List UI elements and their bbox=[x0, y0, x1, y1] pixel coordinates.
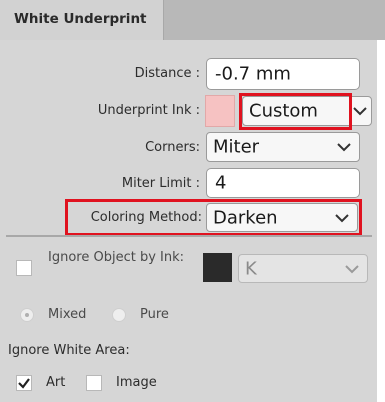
tab-label: White Underprint bbox=[14, 11, 147, 27]
chevron-down-icon bbox=[335, 213, 349, 222]
coloring-method-label: Coloring Method: bbox=[90, 210, 202, 225]
distance-input[interactable]: -0.7 mm bbox=[206, 58, 360, 90]
art-label: Art bbox=[46, 375, 66, 390]
ignore-object-label: Ignore Object by Ink: bbox=[48, 250, 184, 265]
checkmark-icon bbox=[18, 378, 30, 389]
underprint-ink-select[interactable]: Custom bbox=[242, 96, 372, 126]
pure-radio[interactable] bbox=[112, 308, 126, 322]
pure-label: Pure bbox=[140, 307, 169, 322]
ignore-object-ink-select[interactable]: K bbox=[238, 254, 368, 283]
distance-label: Distance : bbox=[134, 66, 200, 81]
ignore-object-checkbox[interactable] bbox=[16, 260, 32, 276]
miter-limit-value: 4 bbox=[215, 172, 227, 194]
tab-white-underprint[interactable]: White Underprint bbox=[0, 0, 164, 40]
coloring-method-select[interactable]: Darken bbox=[206, 203, 358, 232]
chevron-down-icon bbox=[345, 264, 359, 273]
underprint-ink-value: Custom bbox=[249, 100, 318, 122]
image-checkbox[interactable] bbox=[86, 375, 102, 391]
underprint-ink-label: Underprint Ink : bbox=[97, 103, 200, 118]
panel-edge bbox=[377, 40, 385, 402]
coloring-method-value: Darken bbox=[213, 207, 278, 228]
image-label: Image bbox=[116, 375, 157, 390]
art-checkbox[interactable] bbox=[16, 375, 32, 391]
mixed-label: Mixed bbox=[48, 307, 87, 322]
underprint-ink-swatch[interactable] bbox=[205, 95, 235, 127]
mixed-radio[interactable] bbox=[20, 308, 34, 322]
ignore-object-ink-value: K bbox=[245, 258, 257, 279]
chevron-down-icon bbox=[337, 143, 351, 152]
distance-value: -0.7 mm bbox=[215, 63, 291, 85]
corners-label: Corners: bbox=[145, 140, 200, 155]
white-underprint-panel: White Underprint Distance : -0.7 mm Unde… bbox=[0, 0, 385, 402]
corners-value: Miter bbox=[213, 136, 260, 158]
miter-limit-input[interactable]: 4 bbox=[206, 168, 360, 198]
section-divider bbox=[6, 235, 372, 237]
corners-select[interactable]: Miter bbox=[206, 132, 360, 162]
chevron-down-icon bbox=[353, 107, 367, 116]
radio-dot bbox=[25, 313, 29, 317]
ignore-object-swatch[interactable] bbox=[203, 253, 232, 282]
tab-bar: White Underprint bbox=[0, 0, 385, 40]
ignore-white-label: Ignore White Area: bbox=[8, 343, 130, 358]
miter-limit-label: Miter Limit : bbox=[121, 176, 200, 191]
